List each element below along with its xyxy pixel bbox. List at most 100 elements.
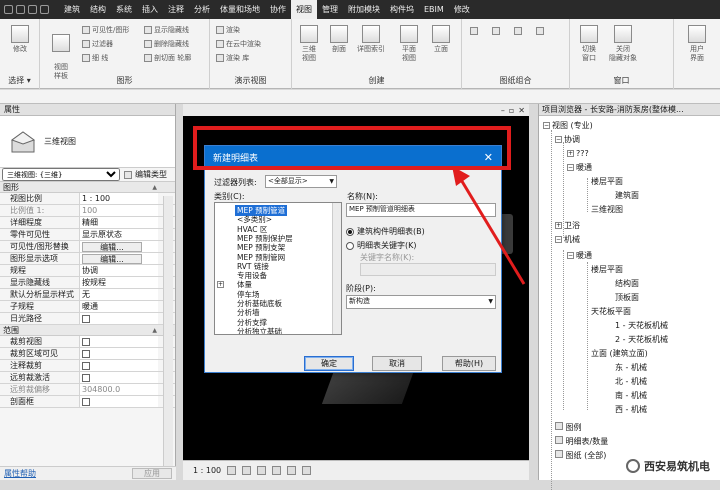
three-d-view-button[interactable]: 三维 视图	[292, 25, 326, 63]
tree-views[interactable]: − 视图 (专业)	[543, 120, 593, 132]
tree-coord[interactable]: − 协调	[555, 134, 580, 146]
menu-systems[interactable]: 系统	[111, 0, 137, 19]
render-cloud-button[interactable]: 在云中渲染	[216, 39, 261, 49]
category-item[interactable]: 分析独立基础	[237, 326, 282, 334]
tree-unknown[interactable]: +???	[567, 148, 589, 160]
plan-views-button[interactable]: 平面 视图	[392, 25, 426, 63]
sheet-tool-3[interactable]	[514, 27, 522, 35]
menu-manage[interactable]: 管理	[317, 0, 343, 19]
redo-icon[interactable]	[40, 5, 49, 14]
property-value[interactable]: 暖通	[80, 301, 158, 312]
tree-elevation[interactable]: 立面 (建筑立面)	[591, 348, 648, 360]
property-value[interactable]: 显示原状态	[80, 229, 158, 240]
property-value[interactable]	[80, 313, 158, 324]
tree-legends[interactable]: 图例	[555, 422, 582, 434]
property-value[interactable]	[80, 372, 158, 383]
property-value[interactable]: 100	[80, 205, 158, 216]
menu-analyze[interactable]: 分析	[189, 0, 215, 19]
radio-schedule-keys[interactable]: 明细表关键字(K)	[346, 240, 417, 251]
category-list[interactable]: MEP 预制管道 <多类别> HVAC 区 MEP 预制保护层 MEP 预制支架 MEP …	[214, 202, 342, 335]
tree-hvac-2[interactable]: − 暖通	[567, 250, 592, 262]
save-icon[interactable]	[16, 5, 25, 14]
menu-collaborate[interactable]: 协作	[265, 0, 291, 19]
tree-west[interactable]: 西 - 机械	[615, 404, 647, 416]
checkbox[interactable]	[82, 350, 90, 358]
tree-struct-plan[interactable]: 结构面	[615, 278, 639, 290]
undo-icon[interactable]	[28, 5, 37, 14]
tree-south[interactable]: 南 - 机械	[615, 390, 647, 402]
filter-list-select[interactable]: <全部显示> ▼	[265, 175, 337, 188]
section-button[interactable]: 剖面	[322, 25, 356, 54]
group-graphics[interactable]: 图形	[0, 182, 175, 193]
edit-button[interactable]: 编辑...	[82, 242, 142, 252]
shadows-icon[interactable]	[272, 466, 282, 475]
view-template-button[interactable]: 视图 样板	[44, 25, 78, 81]
category-scrollbar[interactable]	[332, 203, 341, 334]
checkbox[interactable]	[82, 315, 90, 323]
menu-structure[interactable]: 结构	[85, 0, 111, 19]
tree-ceiling-plan[interactable]: 天花板平面	[591, 306, 631, 318]
property-value[interactable]	[80, 360, 158, 371]
menu-modify[interactable]: 修改	[449, 0, 475, 19]
property-value[interactable]: 编辑...	[80, 253, 158, 264]
sheet-tool-2[interactable]	[492, 27, 500, 35]
tree-schedules[interactable]: 明细表/数量	[555, 436, 608, 448]
crop-view-icon[interactable]	[287, 466, 297, 475]
tree-ceiling-1[interactable]: 1 - 天花板机械	[615, 320, 668, 332]
menu-insert[interactable]: 插入	[137, 0, 163, 19]
expand-icon[interactable]: +	[217, 281, 224, 289]
detail-level-icon[interactable]	[227, 466, 237, 475]
menu-annotate[interactable]: 注释	[163, 0, 189, 19]
checkbox[interactable]	[82, 338, 90, 346]
menu-architecture[interactable]: 建筑	[59, 0, 85, 19]
tree-roof-plan[interactable]: 顶板面	[615, 292, 639, 304]
cancel-button[interactable]: 取消	[372, 356, 422, 371]
view-scale[interactable]: 1 : 100	[193, 466, 221, 475]
tree-north[interactable]: 北 - 机械	[615, 376, 647, 388]
temporary-hide-icon[interactable]	[302, 466, 312, 475]
minimize-icon[interactable]: –	[501, 106, 505, 115]
select-label[interactable]: 选择 ▾	[0, 75, 39, 86]
property-value[interactable]	[80, 396, 158, 407]
menu-component-dock[interactable]: 构件坞	[385, 0, 419, 19]
property-value[interactable]	[80, 348, 158, 359]
tree-east[interactable]: 东 - 机械	[615, 362, 647, 374]
close-inactive-button[interactable]: 关闭 隐藏对象	[606, 25, 640, 63]
cut-profile-button[interactable]: 剖切面 轮廓	[144, 53, 191, 63]
callout-button[interactable]: 详图索引	[354, 25, 388, 54]
menu-addins[interactable]: 附加模块	[343, 0, 385, 19]
property-value[interactable]: 无	[80, 289, 158, 300]
checkbox[interactable]	[82, 362, 90, 370]
property-value[interactable]: 协调	[80, 265, 158, 276]
ok-button[interactable]: 确定	[304, 356, 354, 371]
property-value[interactable]: 精细	[80, 217, 158, 228]
view-selector[interactable]: 三维视图: {三维}	[2, 168, 120, 181]
show-hidden-button[interactable]: 显示隐藏线	[144, 25, 189, 35]
tree-hvac-1[interactable]: − 暖通	[567, 162, 592, 174]
tree-arch-plan[interactable]: 建筑面	[615, 190, 639, 202]
switch-window-button[interactable]: 切换 窗口	[572, 25, 606, 63]
checkbox[interactable]	[82, 374, 90, 382]
tree-view3d[interactable]: 三维视图	[591, 204, 623, 216]
sheet-tool-4[interactable]	[536, 27, 544, 35]
close-icon[interactable]: ✕	[518, 106, 525, 115]
edit-type-button[interactable]: 编辑类型	[135, 169, 167, 180]
property-value[interactable]: 1 : 100	[80, 193, 158, 204]
property-value[interactable]	[80, 336, 158, 347]
property-value[interactable]: 按规程	[80, 277, 158, 288]
property-value[interactable]: 304800.0	[80, 384, 158, 395]
tree-mech[interactable]: − 机械	[555, 234, 580, 246]
menu-massing[interactable]: 体量和场地	[215, 0, 265, 19]
thin-lines-button[interactable]: 细 线	[82, 53, 108, 63]
properties-scrollbar[interactable]	[163, 196, 173, 476]
phase-select[interactable]: 新构造 ▼	[346, 295, 496, 309]
tree-sheets[interactable]: 图纸 (全部)	[555, 450, 606, 462]
visual-style-icon[interactable]	[242, 466, 252, 475]
help-button[interactable]: 帮助(H)	[442, 356, 496, 371]
tree-floorplan-2[interactable]: 楼层平面	[591, 264, 623, 276]
tree-floorplan-1[interactable]: 楼层平面	[591, 176, 623, 188]
render-gallery-button[interactable]: 渲染 库	[216, 53, 249, 63]
property-value[interactable]: 编辑...	[80, 241, 158, 252]
modify-button[interactable]: 修改	[3, 25, 37, 54]
sun-path-icon[interactable]	[257, 466, 267, 475]
